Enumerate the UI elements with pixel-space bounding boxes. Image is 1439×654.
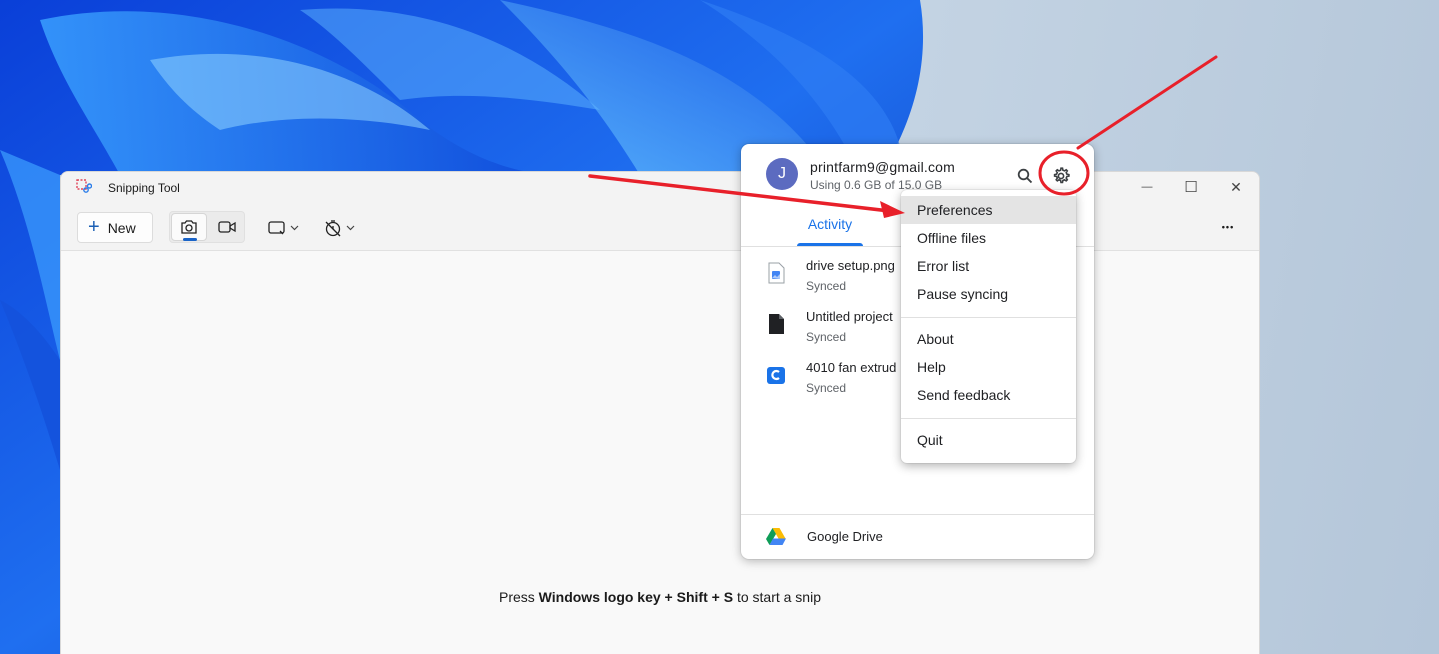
list-item[interactable]: drive setup.png Synced: [741, 258, 901, 302]
search-button[interactable]: [1013, 164, 1037, 188]
tab-activity-label: Activity: [807, 216, 853, 232]
chevron-down-icon: [346, 225, 355, 231]
window-title: Snipping Tool: [108, 181, 180, 195]
selected-indicator: [183, 238, 197, 241]
image-file-icon: [768, 262, 785, 284]
menu-item-offline-files[interactable]: Offline files: [901, 224, 1076, 252]
menu-separator: [901, 418, 1076, 419]
hint-plus: +: [707, 589, 724, 605]
new-snip-button[interactable]: + New: [77, 212, 153, 243]
more-icon: •••: [1221, 222, 1235, 232]
hint-plus: +: [660, 589, 677, 605]
plus-icon: +: [88, 215, 100, 238]
file-status: Synced: [806, 330, 847, 344]
hint-key-shift: Shift: [676, 589, 708, 605]
menu-item-error-list[interactable]: Error list: [901, 252, 1076, 280]
document-file-icon: [769, 314, 784, 334]
minimize-button[interactable]: —: [1124, 172, 1170, 202]
maximize-icon: ☐: [1184, 179, 1198, 196]
more-options-button[interactable]: •••: [1213, 214, 1243, 240]
gear-icon: [1053, 167, 1070, 184]
menu-item-preferences[interactable]: Preferences: [901, 196, 1076, 224]
menu-item-help[interactable]: Help: [901, 353, 1076, 381]
menu-item-send-feedback[interactable]: Send feedback: [901, 381, 1076, 409]
avatar[interactable]: J: [766, 158, 798, 190]
file-name: drive setup.png: [806, 258, 895, 273]
hint-suffix: to start a snip: [733, 589, 821, 605]
account-email: printfarm9@gmail.com: [810, 159, 956, 175]
menu-item-quit[interactable]: Quit: [901, 426, 1076, 454]
footer-label[interactable]: Google Drive: [807, 529, 883, 544]
video-icon: [218, 221, 236, 233]
screenshot-mode-button[interactable]: [171, 213, 207, 241]
snipping-tool-icon: [76, 179, 92, 193]
close-button[interactable]: ✕: [1213, 172, 1259, 202]
new-button-label: New: [107, 219, 136, 236]
close-icon: ✕: [1230, 178, 1242, 195]
file-name: Untitled project: [806, 309, 893, 324]
file-status: Synced: [806, 381, 847, 395]
video-mode-button[interactable]: [210, 213, 244, 241]
hint-key-windows: Windows logo key: [538, 589, 661, 605]
capture-mode-toggle: [169, 211, 245, 243]
list-item[interactable]: 4010 fan extrud Synced: [741, 360, 901, 404]
menu-separator: [901, 317, 1076, 318]
settings-button[interactable]: [1048, 163, 1074, 189]
timer-off-icon: [325, 220, 341, 237]
camera-icon: [181, 220, 197, 234]
delay-timer-dropdown[interactable]: [324, 217, 355, 239]
hint-prefix: Press: [498, 589, 539, 605]
divider: [741, 514, 1094, 515]
menu-item-about[interactable]: About: [901, 325, 1076, 353]
cad-file-icon: [767, 367, 785, 384]
search-icon: [1017, 168, 1033, 184]
settings-menu: Preferences Offline files Error list Pau…: [901, 190, 1076, 463]
file-status: Synced: [806, 279, 847, 293]
snip-hint-text: Press Windows logo key + Shift + S to st…: [61, 589, 1259, 605]
chevron-down-icon: [290, 225, 299, 231]
list-item[interactable]: Untitled project Synced: [741, 309, 901, 353]
maximize-button[interactable]: ☐: [1168, 172, 1214, 202]
snip-shape-dropdown[interactable]: [268, 217, 299, 239]
rectangle-mode-icon: [268, 221, 285, 235]
google-drive-logo-icon: [766, 528, 786, 545]
hint-key-s: S: [723, 589, 734, 605]
tab-activity[interactable]: Activity: [797, 206, 863, 246]
minimize-icon: —: [1141, 181, 1153, 193]
menu-item-pause-syncing[interactable]: Pause syncing: [901, 280, 1076, 308]
file-name: 4010 fan extrud: [806, 360, 897, 375]
